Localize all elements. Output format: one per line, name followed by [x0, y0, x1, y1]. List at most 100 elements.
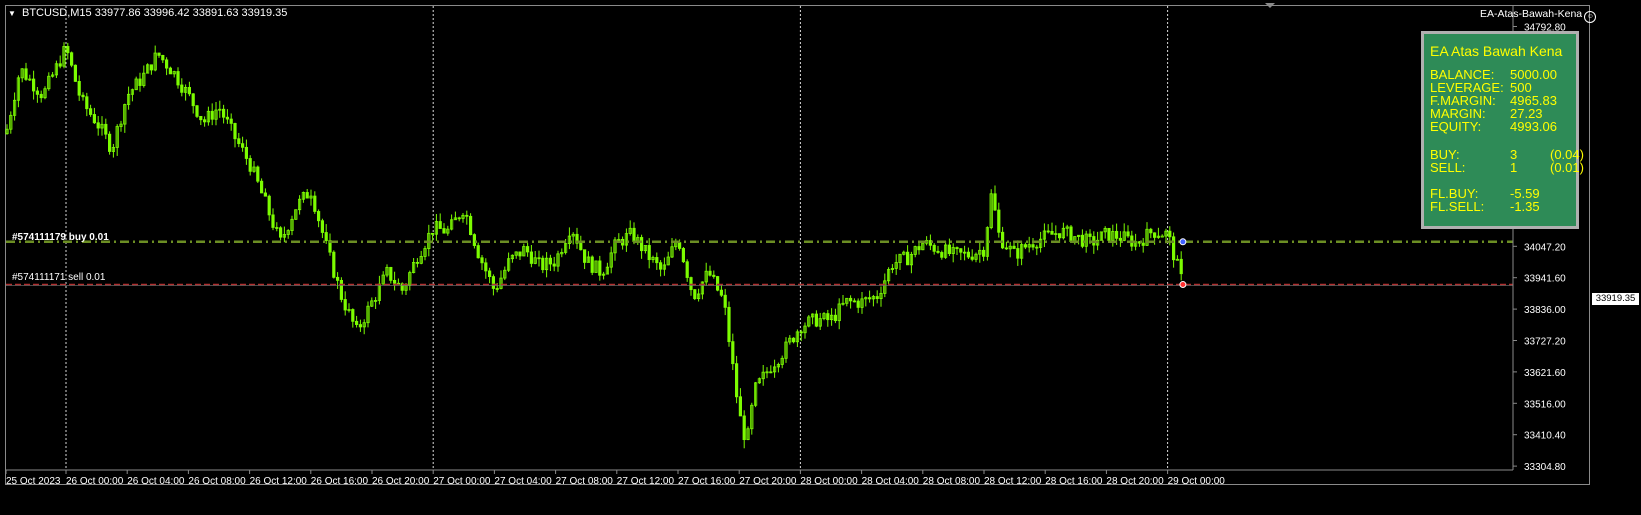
candle: [712, 270, 716, 279]
candle-body: [982, 249, 986, 257]
candle: [180, 78, 184, 97]
collapse-arrow-icon[interactable]: ▼: [8, 9, 16, 18]
candle: [651, 255, 655, 263]
candle: [864, 296, 868, 307]
candle: [818, 312, 822, 330]
candle: [545, 252, 549, 278]
candle: [913, 245, 917, 258]
chart-canvas[interactable]: 34792.8034684.0034578.4034472.8034367.20…: [0, 0, 1641, 515]
candle: [852, 298, 857, 303]
candle-body: [70, 52, 74, 66]
candle: [240, 136, 245, 152]
candle: [446, 225, 450, 236]
candle-body: [233, 123, 237, 140]
price-tick-label: 33836.00: [1524, 305, 1566, 316]
candle-body: [936, 250, 940, 253]
time-tick-label: 25 Oct 2023: [6, 476, 61, 487]
candle: [85, 92, 89, 117]
candle: [430, 232, 435, 242]
candle-body: [339, 279, 344, 300]
time-tick-label: 26 Oct 16:00: [311, 476, 369, 487]
candle: [997, 202, 1001, 238]
candle: [39, 90, 43, 103]
candle: [735, 355, 739, 404]
candle: [256, 165, 260, 183]
candle-body: [320, 220, 325, 233]
candle: [104, 118, 108, 140]
price-tick-label: 33727.20: [1524, 337, 1566, 348]
ea-label[interactable]: EA-Atas-Bawah-Kena ☺: [1480, 8, 1597, 23]
candle: [20, 68, 24, 83]
candle: [237, 132, 241, 148]
candle-body: [1031, 244, 1035, 248]
ea-row-value: 1: [1510, 160, 1518, 175]
candle-body: [681, 248, 686, 263]
candle: [746, 426, 750, 441]
candle: [271, 208, 275, 231]
candle: [335, 272, 340, 289]
candle-body: [731, 341, 735, 365]
candle: [377, 275, 382, 305]
candle-body: [271, 214, 275, 228]
candle: [1118, 231, 1122, 247]
candle-body: [792, 337, 796, 343]
time-tick-label: 27 Oct 20:00: [739, 476, 797, 487]
candle: [362, 319, 366, 335]
candle-body: [164, 59, 169, 69]
candle: [814, 310, 819, 328]
candle: [784, 337, 788, 363]
candle: [659, 260, 663, 277]
chart-shift-marker[interactable]: [1265, 3, 1275, 8]
candle: [1149, 227, 1153, 239]
candle-body: [1088, 233, 1092, 237]
candle: [392, 271, 397, 291]
time-tick-label: 27 Oct 12:00: [617, 476, 675, 487]
candle: [959, 248, 963, 261]
candle-body: [1004, 247, 1009, 250]
candle: [263, 188, 268, 197]
candle-body: [716, 276, 720, 291]
price-tick-label: 33621.60: [1524, 368, 1566, 379]
candle: [210, 103, 214, 126]
candle: [1099, 231, 1103, 241]
candle: [822, 312, 826, 321]
candle: [674, 238, 678, 251]
candle: [164, 57, 169, 76]
candle: [54, 60, 59, 79]
candle-body: [849, 297, 853, 302]
candle: [902, 250, 906, 256]
candle: [833, 308, 838, 324]
candle-body: [335, 276, 340, 281]
buy-order-label[interactable]: #574111179 buy 0.01: [12, 232, 109, 243]
candle-body: [647, 245, 651, 261]
candle: [1175, 255, 1179, 261]
candle: [906, 245, 910, 266]
candle-body: [947, 244, 952, 255]
sell-order-label[interactable]: #574111171 sell 0.01: [12, 272, 105, 283]
candle: [1111, 224, 1115, 247]
candle-body: [1149, 228, 1153, 234]
candle: [449, 214, 454, 231]
candle: [1008, 241, 1012, 258]
candle: [32, 70, 36, 100]
candle: [396, 278, 401, 285]
candle: [780, 355, 784, 369]
candle: [347, 303, 351, 313]
candle: [127, 86, 131, 110]
candle: [795, 329, 800, 348]
candle-body: [826, 313, 830, 321]
time-tick-label: 26 Oct 12:00: [250, 476, 308, 487]
candle-body: [1153, 232, 1157, 238]
candle: [909, 251, 914, 274]
candle-body: [799, 331, 803, 334]
candle-body: [96, 122, 100, 129]
candle: [537, 250, 541, 267]
candle: [123, 103, 127, 133]
candle-body: [66, 46, 70, 54]
candle: [788, 335, 792, 345]
candle: [442, 223, 446, 234]
candle: [161, 54, 165, 64]
candle-body: [548, 257, 553, 265]
candle-body: [1058, 233, 1062, 239]
time-tick-label: 27 Oct 16:00: [678, 476, 736, 487]
